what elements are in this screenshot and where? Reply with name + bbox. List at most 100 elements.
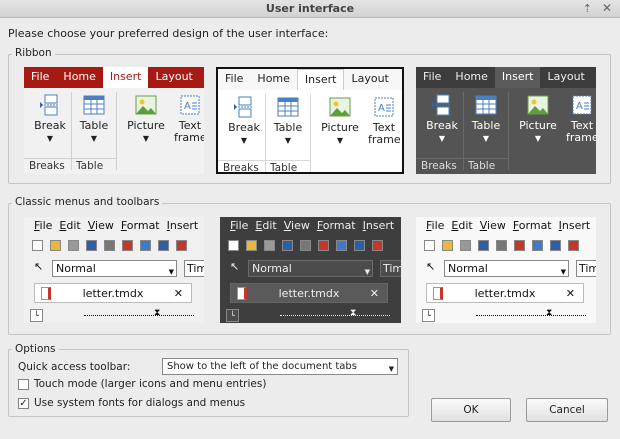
classic-group-label: Classic menus and toolbars xyxy=(12,196,163,208)
ok-button[interactable]: OK xyxy=(431,398,511,422)
toolbar-icon xyxy=(50,240,61,251)
classic-option-white[interactable]: FileEditViewFormatInsertO↖Normal▼Timelet… xyxy=(416,217,596,323)
cursor-icon: ↖ xyxy=(426,260,436,273)
document-icon xyxy=(237,287,247,300)
document-icon xyxy=(433,287,443,300)
menu-item: View xyxy=(283,219,310,232)
toolbar-icon xyxy=(336,240,347,251)
picture-icon xyxy=(527,95,549,115)
toolbar-icon xyxy=(140,240,151,251)
tab-stop-icon: └ xyxy=(30,309,43,322)
menu-item: File xyxy=(34,219,53,232)
toolbar xyxy=(220,235,401,257)
format-bar: ↖ Normal▼ Time xyxy=(220,257,401,279)
picture-icon xyxy=(329,97,351,117)
indent-marker-icon: ⧗ xyxy=(154,308,161,318)
toolbar-icon xyxy=(372,240,383,251)
toolbar-icon xyxy=(478,240,489,251)
toolbar-icon xyxy=(264,240,275,251)
qat-select[interactable]: Show to the left of the document tabs ▼ xyxy=(162,358,398,375)
toolbar-icon xyxy=(68,240,79,251)
menu-item: Format xyxy=(512,219,552,232)
window-title: User interface xyxy=(265,2,355,15)
ribbon-item-picture: Picture ▼ xyxy=(518,94,558,145)
tab-stop-icon: └ xyxy=(226,309,239,322)
tab-stop-icon: └ xyxy=(422,309,435,322)
text-frame-icon: A xyxy=(180,95,200,115)
cursor-icon: ↖ xyxy=(34,260,44,273)
ribbon-group-label: Ribbon xyxy=(12,47,55,59)
ribbon-option-light[interactable]: File Home Insert Layout Break ▼ Table ▼ Picture ▼… xyxy=(216,67,404,174)
toolbar-icon xyxy=(104,240,115,251)
ribbon-item-table: Table ▼ xyxy=(272,96,304,147)
toolbar-icon xyxy=(176,240,187,251)
menu-item: Insert xyxy=(558,219,591,232)
style-select: Normal ▼ xyxy=(248,260,373,277)
close-icon: ✕ xyxy=(565,287,575,300)
ribbon-group-name: Table xyxy=(463,158,508,172)
ribbon-item-table: Table ▼ xyxy=(470,94,502,145)
svg-text:A: A xyxy=(184,101,191,112)
toolbar-icon xyxy=(246,240,257,251)
ribbon-item-break: Break ▼ xyxy=(228,96,260,147)
document-tab: letter.tmdx ✕ xyxy=(230,283,388,303)
system-fonts-label: Use system fonts for dialogs and menus xyxy=(34,397,246,409)
table-icon xyxy=(475,95,497,115)
menu-item: Edit xyxy=(255,219,277,232)
toolbar-icon xyxy=(282,240,293,251)
toolbar-icon xyxy=(300,240,311,251)
toolbar xyxy=(24,235,204,257)
close-icon[interactable]: ✕ xyxy=(602,1,612,15)
style-select: Normal ▼ xyxy=(444,260,569,277)
ribbon-tab: Layout xyxy=(155,70,193,83)
toolbar-icon xyxy=(318,240,329,251)
options-group-label: Options xyxy=(12,343,59,355)
toolbar-icon xyxy=(532,240,543,251)
ribbon-item-picture: Picture ▼ xyxy=(320,96,360,147)
ribbon-tab: Home xyxy=(63,70,96,83)
toolbar-icon xyxy=(568,240,579,251)
touch-mode-checkbox[interactable] xyxy=(18,379,29,390)
ribbon-tab: Layout xyxy=(547,70,585,83)
table-icon xyxy=(83,95,105,115)
toolbar-icon xyxy=(122,240,133,251)
toolbar-icon xyxy=(514,240,525,251)
ribbon-tab: File xyxy=(31,70,50,83)
document-tab-label: letter.tmdx xyxy=(82,287,144,300)
document-tab-label: letter.tmdx xyxy=(474,287,536,300)
font-select: Time xyxy=(380,260,401,277)
style-select: Normal ▼ xyxy=(52,260,177,277)
chevron-down-icon: ▼ xyxy=(388,365,394,373)
ruler: └ ⧗ xyxy=(220,307,401,323)
menu-item: File xyxy=(230,219,249,232)
ribbon-tab: Insert xyxy=(494,67,541,88)
toolbar-icon xyxy=(460,240,471,251)
ribbon-group-name: Breaks xyxy=(24,158,71,172)
cancel-button[interactable]: Cancel xyxy=(526,398,608,422)
classic-option-light[interactable]: FileEditViewFormatInsertO↖Normal▼Timelet… xyxy=(24,217,204,323)
pin-icon[interactable]: ⇡ xyxy=(583,2,592,15)
prompt-text: Please choose your preferred design of t… xyxy=(8,27,329,40)
title-bar: User interface ⇡ ✕ xyxy=(0,0,620,18)
toolbar-icon xyxy=(442,240,453,251)
ribbon-item-break: Break ▼ xyxy=(426,94,458,145)
text-frame-icon: A xyxy=(572,95,592,115)
picture-icon xyxy=(135,95,157,115)
ribbon-tab: Insert xyxy=(102,67,149,88)
toolbar-icon xyxy=(424,240,435,251)
chevron-down-icon: ▼ xyxy=(364,268,370,276)
system-fonts-checkbox[interactable]: ✓ xyxy=(18,398,29,409)
format-bar: ↖ Normal▼ Time xyxy=(416,257,596,279)
menu-item: View xyxy=(87,219,114,232)
document-tab: letter.tmdx ✕ xyxy=(426,283,584,303)
classic-option-dark[interactable]: FileEditViewFormatInsertO↖Normal▼Timelet… xyxy=(220,217,401,323)
ribbon-option-dark[interactable]: File Home Insert Layout Break ▼ Table ▼ Picture ▼… xyxy=(416,67,596,174)
font-select: Time xyxy=(576,260,596,277)
document-icon xyxy=(41,287,51,300)
ribbon-item-picture: Picture ▼ xyxy=(126,94,166,145)
toolbar-icon xyxy=(228,240,239,251)
ribbon-option-red[interactable]: File Home Insert Layout Break ▼ Table ▼ Picture ▼… xyxy=(24,67,204,174)
toolbar-icon xyxy=(496,240,507,251)
ribbon-item-break: Break ▼ xyxy=(34,94,66,145)
ribbon-item-text-frame: A Text frame xyxy=(368,96,401,146)
